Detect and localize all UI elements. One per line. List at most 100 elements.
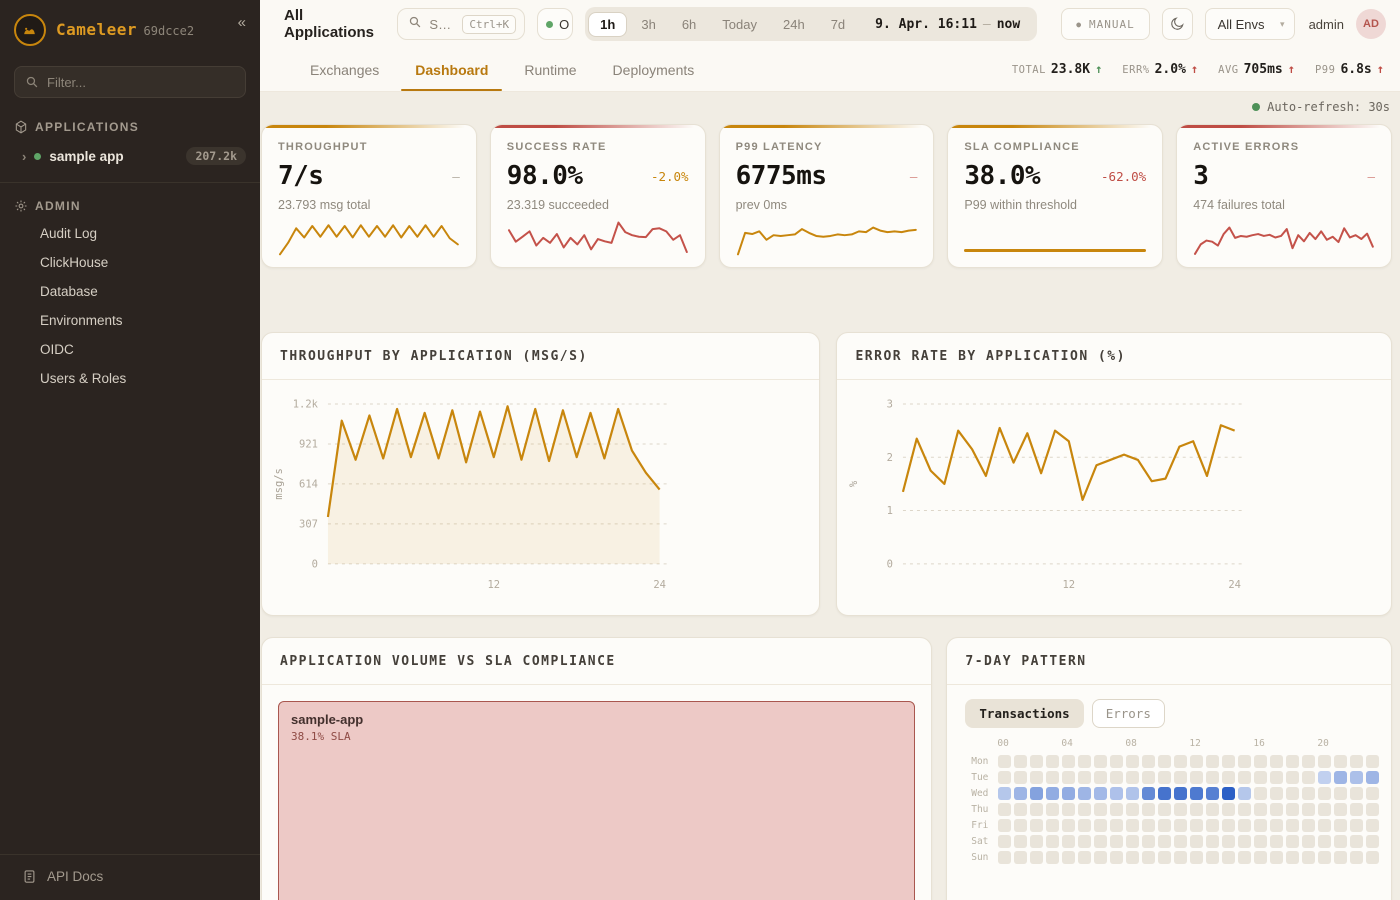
card-header: APPLICATION VOLUME VS SLA COMPLIANCE — [262, 638, 931, 685]
page-title: All Applications — [284, 7, 385, 41]
throughput-chart-card: THROUGHPUT BY APPLICATION (MSG/S) 030761… — [261, 332, 820, 616]
tab-exchanges[interactable]: Exchanges — [296, 48, 393, 91]
heatmap-col-label — [1078, 740, 1091, 752]
heatmap-wrap: 000408121620MonTueWedThuFriSatSun — [947, 740, 1391, 864]
kpi-card-throughput[interactable]: THROUGHPUT7/s–23.793 msg total — [261, 124, 477, 268]
kpi-card-success-rate[interactable]: SUCCESS RATE98.0%-2.0%23.319 succeeded — [490, 124, 706, 268]
heatmap-cell — [1286, 851, 1299, 864]
error-rate-chart-card: ERROR RATE BY APPLICATION (%) 01231224% — [836, 332, 1392, 616]
time-range-7d[interactable]: 7d — [819, 12, 857, 37]
theme-toggle-button[interactable] — [1162, 8, 1193, 40]
heatmap-cell — [1190, 835, 1203, 848]
global-search[interactable]: Ctrl+K — [397, 8, 525, 40]
search-icon — [25, 75, 39, 89]
kpi-subtext: P99 within threshold — [964, 198, 1146, 212]
sidebar-collapse-icon[interactable]: « — [238, 14, 246, 31]
svg-text:1: 1 — [887, 505, 893, 517]
kpi-card-active-errors[interactable]: ACTIVE ERRORS3–474 failures total — [1176, 124, 1392, 268]
dashboard-content: Auto-refresh: 30s THROUGHPUT7/s–23.793 m… — [260, 92, 1400, 900]
env-select[interactable]: All Envs ▾ — [1205, 8, 1295, 40]
heatmap-cell — [1014, 819, 1027, 832]
sidebar-item-audit-log[interactable]: Audit Log — [0, 219, 260, 248]
search-input[interactable] — [429, 17, 455, 32]
kpi-card-p99-latency[interactable]: P99 LATENCY6775ms–prev 0ms — [719, 124, 935, 268]
heatmap-cell — [1254, 835, 1267, 848]
heatmap-row-label: Sat — [961, 835, 995, 848]
manual-refresh-button[interactable]: ● MANUAL — [1061, 8, 1150, 40]
heatmap-cell — [1174, 755, 1187, 768]
heatmap-cell — [1366, 755, 1379, 768]
heatmap-cell — [1078, 835, 1091, 848]
auto-refresh-label: Auto-refresh: 30s — [1267, 100, 1390, 114]
sidebar-filter[interactable] — [14, 66, 246, 98]
time-range-6h[interactable]: 6h — [670, 12, 708, 37]
heatmap-col-label — [1222, 740, 1235, 752]
heatmap-cell — [1254, 819, 1267, 832]
heatmap-cell — [1094, 851, 1107, 864]
tab-dashboard[interactable]: Dashboard — [401, 48, 502, 91]
heatmap-cell — [1350, 851, 1363, 864]
tab-deployments[interactable]: Deployments — [599, 48, 709, 91]
heatmap-cell — [1126, 771, 1139, 784]
heatmap-cell — [1110, 835, 1123, 848]
heatmap-cell — [1238, 835, 1251, 848]
sidebar-item-api-docs[interactable]: API Docs — [0, 854, 260, 900]
filter-input[interactable] — [47, 75, 235, 90]
heatmap-toggle-transactions[interactable]: Transactions — [965, 699, 1083, 728]
sidebar-item-database[interactable]: Database — [0, 277, 260, 306]
kpi-sparkline — [736, 213, 918, 257]
heatmap-cell — [1030, 851, 1043, 864]
kpi-accent-bar — [948, 125, 1162, 128]
heatmap-cell — [1206, 755, 1219, 768]
heatmap-toggle-errors[interactable]: Errors — [1092, 699, 1165, 728]
kpi-card-sla-compliance[interactable]: SLA COMPLIANCE38.0%-62.0%P99 within thre… — [947, 124, 1163, 268]
env-selected-value: All Envs — [1218, 17, 1265, 32]
chart-title: APPLICATION VOLUME VS SLA COMPLIANCE — [280, 654, 616, 669]
sidebar-item-clickhouse[interactable]: ClickHouse — [0, 248, 260, 277]
heatmap-cell — [1270, 771, 1283, 784]
time-range-today[interactable]: Today — [710, 12, 769, 37]
heatmap-col-label: 04 — [1062, 740, 1075, 752]
sidebar-item-environments[interactable]: Environments — [0, 306, 260, 335]
sidebar-item-users-roles[interactable]: Users & Roles — [0, 364, 260, 393]
heatmap-cell — [1046, 851, 1059, 864]
admin-nav: Audit LogClickHouseDatabaseEnvironmentsO… — [0, 219, 260, 393]
kpi-accent-bar — [262, 125, 476, 128]
heatmap-col-label: 12 — [1190, 740, 1203, 752]
heatmap-cell — [1238, 803, 1251, 816]
heatmap-cell — [1014, 755, 1027, 768]
heatmap-col-label-text: 16 — [1253, 738, 1264, 749]
sidebar-item-sample-app[interactable]: › sample app 207.2k — [0, 140, 260, 172]
kpi-value-row: 98.0%-2.0% — [507, 161, 689, 191]
heatmap-cell — [1270, 835, 1283, 848]
time-range-1h[interactable]: 1h — [588, 12, 627, 37]
heatmap-col-label — [1094, 740, 1107, 752]
connection-status-pill[interactable]: O — [537, 8, 573, 40]
time-range-3h[interactable]: 3h — [629, 12, 667, 37]
chevron-right-icon[interactable]: › — [22, 149, 26, 164]
heatmap-cell — [998, 819, 1011, 832]
svg-text:%: % — [848, 480, 860, 487]
sidebar-item-oidc[interactable]: OIDC — [0, 335, 260, 364]
heatmap-cell — [1190, 755, 1203, 768]
tab-runtime[interactable]: Runtime — [510, 48, 590, 91]
kpi-accent-bar — [491, 125, 705, 128]
treemap-tile-sample-app[interactable]: sample-app 38.1% SLA — [278, 701, 915, 900]
heatmap-cell — [1094, 787, 1107, 800]
svg-text:2: 2 — [887, 452, 893, 464]
stat-label: TOTAL — [1012, 64, 1046, 76]
stat-p99: P996.8s↑ — [1315, 62, 1384, 77]
heatmap-cell — [1190, 803, 1203, 816]
heatmap-cell — [1078, 851, 1091, 864]
svg-text:msg/s: msg/s — [273, 468, 285, 500]
heatmap-col-label-text: 04 — [1061, 738, 1072, 749]
time-range-24h[interactable]: 24h — [771, 12, 817, 37]
heatmap-cell — [1158, 819, 1171, 832]
avatar[interactable]: AD — [1356, 9, 1386, 39]
svg-text:307: 307 — [299, 518, 318, 530]
heatmap-cell — [1046, 755, 1059, 768]
heatmap-cell — [1062, 835, 1075, 848]
heatmap-cell — [1078, 787, 1091, 800]
heatmap-cell — [998, 771, 1011, 784]
date-range-display[interactable]: 9. Apr. 16:11–now — [859, 17, 1034, 32]
